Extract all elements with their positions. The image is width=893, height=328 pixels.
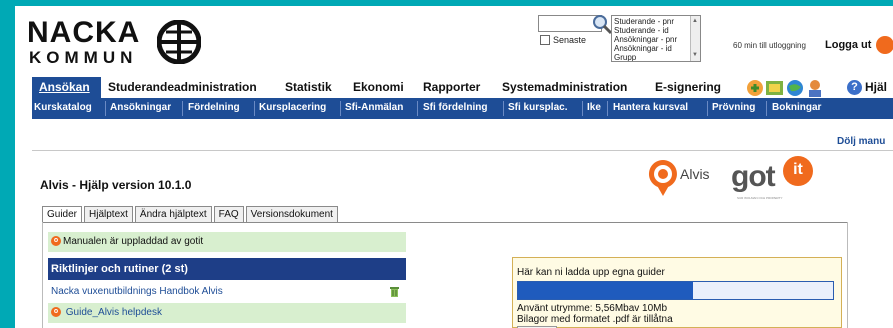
submenu-separator	[417, 101, 418, 116]
search-icon[interactable]	[591, 13, 613, 35]
alvis-logo-text: Alvis	[680, 166, 710, 182]
submenu-separator	[182, 101, 183, 116]
search-type-option[interactable]: Studerande - pnr	[614, 17, 698, 26]
senaste-label: Senaste	[553, 35, 587, 45]
search-type-option[interactable]: Ansökningar - id	[614, 44, 698, 53]
app-window: NACKA KOMMUN Senaste Studerande - pnr St…	[15, 6, 893, 328]
session-timer: 60 min till utloggning	[733, 41, 806, 50]
senaste-checkbox[interactable]	[540, 35, 550, 45]
tab-panel-border	[42, 222, 43, 328]
listbox-scrollbar[interactable]	[690, 16, 700, 61]
submenu-separator	[105, 101, 106, 116]
allowed-format-note: Bilagor med formatet .pdf är tillåtna	[517, 314, 673, 325]
guide-section-heading[interactable]: Riktlinjer och rutiner (2 st)	[48, 258, 406, 280]
menu-item-systemadministration[interactable]: Systemadministration	[502, 80, 627, 94]
tab-andra-hjalptext[interactable]: Ändra hjälptext	[134, 206, 212, 223]
gotit-q-icon: o	[51, 236, 61, 247]
upload-notice-text: Manualen är uppladdad av gotit	[63, 236, 204, 247]
quick-links-icons[interactable]	[745, 78, 845, 98]
tab-guider[interactable]: Guider	[42, 206, 83, 223]
senaste-checkbox-row[interactable]: Senaste	[540, 35, 586, 45]
search-type-option[interactable]: Grupp	[614, 53, 698, 61]
tab-panel-border	[847, 222, 848, 328]
sub-menu: Kurskatalog Ansökningar Fördelning Kursp…	[32, 98, 893, 119]
submenu-ansokningar[interactable]: Ansökningar	[110, 102, 171, 113]
submenu-bokningar[interactable]: Bokningar	[772, 102, 821, 113]
submenu-separator	[503, 101, 504, 116]
guide-link-handbok[interactable]: Nacka vuxenutbildnings Handbok Alvis	[51, 286, 223, 297]
submenu-separator	[766, 101, 767, 116]
submenu-ike[interactable]: Ike	[587, 102, 601, 113]
gotit-logo: got it SUR WOLMAN OCH PROPERTY	[731, 156, 821, 204]
submenu-kurskatalog[interactable]: Kurskatalog	[34, 102, 92, 113]
submenu-hantera-kursval[interactable]: Hantera kursval	[613, 102, 688, 113]
storage-usage-text: Använt utrymme: 5,56Mbav 10Mb	[517, 303, 668, 314]
menu-item-studerandeadministration[interactable]: Studerandeadministration	[108, 80, 257, 94]
search-type-option[interactable]: Studerande - id	[614, 26, 698, 35]
menu-item-ansokan[interactable]: Ansökan	[32, 77, 101, 98]
menu-item-ekonomi[interactable]: Ekonomi	[353, 80, 404, 94]
list-item[interactable]: o Guide_Alvis helpdesk	[48, 303, 406, 323]
tab-hjalptext[interactable]: Hjälptext	[84, 206, 133, 223]
nacka-emblem-icon	[157, 20, 201, 64]
storage-usage-bar	[517, 281, 834, 300]
submenu-provning[interactable]: Prövning	[712, 102, 755, 113]
submenu-separator	[607, 101, 608, 116]
tab-versionsdokument[interactable]: Versionsdokument	[245, 206, 338, 223]
help-icon[interactable]: ?	[847, 80, 862, 95]
logo-text-kommun: KOMMUN	[29, 48, 138, 67]
submenu-sfi-kursplac[interactable]: Sfi kursplac.	[508, 102, 567, 113]
guide-link-helpdesk[interactable]: Guide_Alvis helpdesk	[66, 307, 162, 318]
logout-link[interactable]: Logga ut	[825, 39, 871, 51]
page-title: Alvis - Hjälp version 10.1.0	[40, 178, 192, 192]
menu-item-label: Ansökan	[39, 80, 90, 94]
submenu-separator	[707, 101, 708, 116]
gotit-logo-word: got	[731, 160, 776, 193]
storage-usage-fill	[518, 282, 694, 299]
gotit-logo-tagline: SUR WOLMAN OCH PROPERTY	[737, 196, 783, 200]
submenu-separator	[340, 101, 341, 116]
submenu-sfi-fordelning[interactable]: Sfi fördelning	[423, 102, 487, 113]
logo-text-nacka: NACKA	[27, 16, 141, 49]
search-type-listbox[interactable]: Studerande - pnr Studerande - id Ansökni…	[611, 15, 701, 62]
logout-icon[interactable]	[876, 36, 893, 54]
search-type-option[interactable]: Ansökningar - pnr	[614, 35, 698, 44]
nacka-kommun-logo[interactable]: NACKA KOMMUN	[27, 16, 227, 68]
submenu-sfi-anmalan[interactable]: Sfi-Anmälan	[345, 102, 403, 113]
gotit-q-icon: o	[51, 307, 61, 318]
list-item[interactable]: Nacka vuxenutbildnings Handbok Alvis	[48, 282, 406, 302]
manual-tabs: Guider Hjälptext Ändra hjälptext FAQ Ver…	[42, 206, 338, 223]
submenu-separator	[582, 101, 583, 116]
divider	[32, 150, 893, 151]
help-menu-label[interactable]: Hjäl	[865, 80, 887, 94]
trash-icon[interactable]	[389, 286, 400, 298]
menu-item-rapporter[interactable]: Rapporter	[423, 80, 480, 94]
upload-notice: o Manualen är uppladdad av gotit	[48, 232, 406, 252]
main-menu: Ansökan Studerandeadministration Statist…	[15, 77, 893, 98]
upload-panel-title: Här kan ni ladda upp egna guider	[517, 267, 665, 278]
menu-item-statistik[interactable]: Statistik	[285, 80, 332, 94]
submenu-separator	[254, 101, 255, 116]
upload-panel: Här kan ni ladda upp egna guider Använt …	[512, 257, 842, 328]
submenu-kursplacering[interactable]: Kursplacering	[259, 102, 326, 113]
tab-panel-border	[42, 222, 848, 223]
hide-manual-link[interactable]: Dölj manu	[837, 136, 885, 147]
gotit-logo-badge: it	[783, 156, 813, 186]
submenu-fordelning[interactable]: Fördelning	[188, 102, 240, 113]
tab-faq[interactable]: FAQ	[213, 206, 244, 223]
menu-item-e-signering[interactable]: E-signering	[655, 80, 721, 94]
